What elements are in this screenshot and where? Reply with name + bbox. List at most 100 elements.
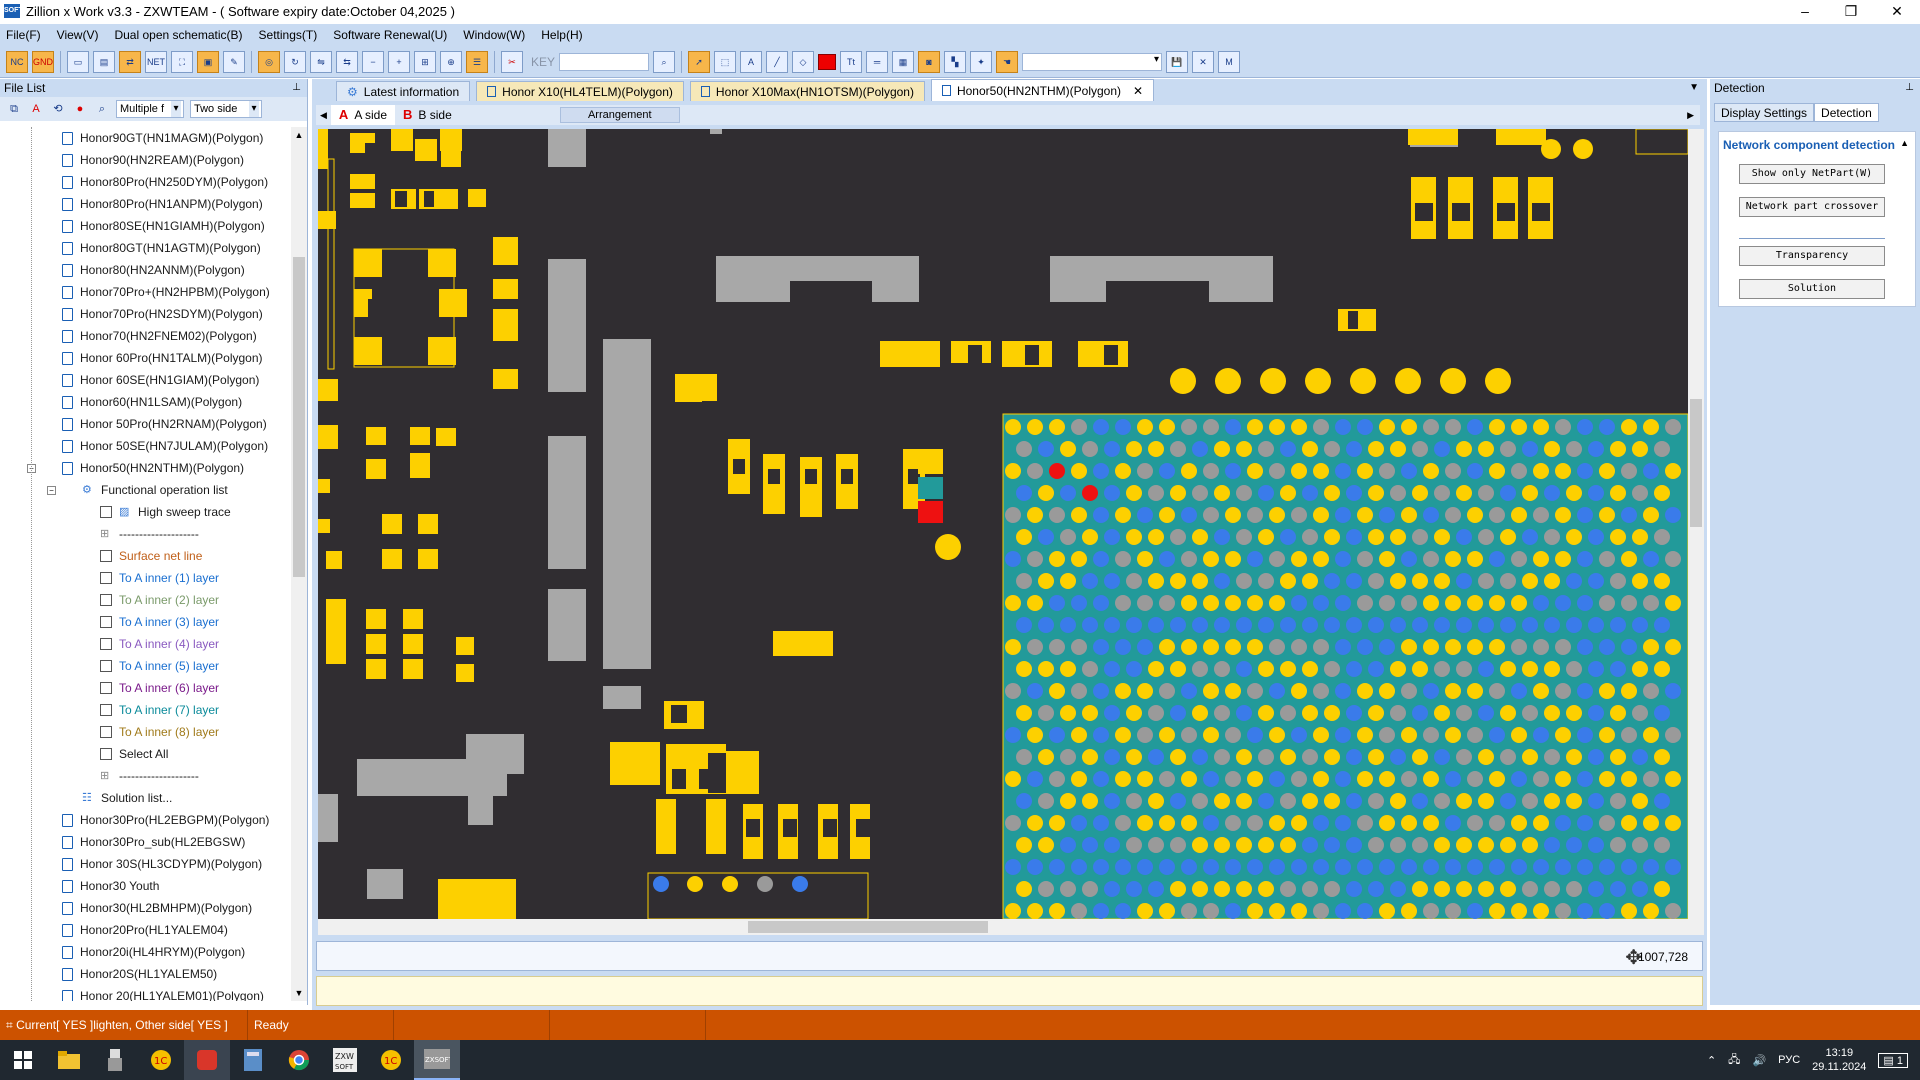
camera-icon[interactable]: ◙ <box>918 50 941 73</box>
text-a-icon[interactable]: A <box>28 101 44 117</box>
volume-icon[interactable]: 🔊 <box>1752 1054 1766 1067</box>
menu-view[interactable]: View(V) <box>57 28 99 42</box>
tree-item[interactable]: Honor 50Pro(HN2RNAM)(Polygon) <box>0 413 292 435</box>
pcb-canvas[interactable] <box>318 129 1688 919</box>
tree-item[interactable]: Honor70(HN2FNEM02)(Polygon) <box>0 325 292 347</box>
solution-button[interactable]: Solution <box>1739 279 1885 299</box>
save-icon[interactable]: 💾 <box>1166 50 1189 73</box>
tab-honor50[interactable]: Honor50(HN2NTHM)(Polygon) ✕ <box>930 79 1155 101</box>
zxsoft-active-icon[interactable]: ZXSOFT <box>414 1040 460 1080</box>
tree-item[interactable]: Honor 20(HL1YALEM01)(Polygon) <box>0 985 292 1001</box>
b-side-tab[interactable]: B B side <box>395 105 460 125</box>
chrome-icon[interactable] <box>276 1040 322 1080</box>
line-style-icon[interactable]: ═ <box>866 50 889 73</box>
app-browser-red-icon[interactable] <box>184 1040 230 1080</box>
tree-item[interactable]: Honor30Pro(HL2EBGPM)(Polygon) <box>0 809 292 831</box>
search-icon[interactable]: ⌕ <box>94 101 110 117</box>
tree-item[interactable]: To A inner (8) layer <box>0 721 292 743</box>
scroll-down-arrow-icon[interactable]: ▼ <box>291 985 307 1001</box>
tabs-dropdown-icon[interactable]: ▼ <box>1689 82 1699 93</box>
tree-item[interactable]: Select All <box>0 743 292 765</box>
tree-item[interactable]: To A inner (2) layer <box>0 589 292 611</box>
arrangement-button[interactable]: Arrangement <box>559 107 680 123</box>
checkbox[interactable] <box>100 506 112 518</box>
tree-item[interactable]: Honor 60SE(HN1GIAM)(Polygon) <box>0 369 292 391</box>
tree-item[interactable]: Honor30Pro_sub(HL2EBGSW) <box>0 831 292 853</box>
pcb-board-view[interactable] <box>318 129 1688 919</box>
canvas-horizontal-scrollbar[interactable] <box>318 919 1688 935</box>
tray-expand-icon[interactable]: ⌃ <box>1707 1054 1716 1067</box>
tree-item[interactable]: Honor90(HN2REAM)(Polygon) <box>0 149 292 171</box>
start-windows-icon[interactable] <box>0 1040 46 1080</box>
zoom-area-icon[interactable]: ⊕ <box>440 50 462 73</box>
scroll-thumb[interactable] <box>1690 399 1702 527</box>
flip-icon[interactable]: ⇆ <box>336 50 358 73</box>
net-button[interactable]: NET <box>145 50 167 73</box>
tree-item[interactable]: ⊞ -------------------- <box>0 765 292 787</box>
key-input[interactable] <box>559 52 650 71</box>
link-icon[interactable]: ⇄ <box>119 50 141 73</box>
tree-item[interactable]: Honor30(HL2BMHPM)(Polygon) <box>0 897 292 919</box>
menu-settings[interactable]: Settings(T) <box>259 28 318 42</box>
tree-item[interactable]: Honor20Pro(HL1YALEM04) <box>0 919 292 941</box>
zoom-fit-icon[interactable]: ⊞ <box>414 50 436 73</box>
tree-item[interactable]: ⊞ -------------------- <box>0 523 292 545</box>
checkbox[interactable] <box>100 594 112 606</box>
location-pin-icon[interactable]: ● <box>72 101 88 117</box>
rotate-icon[interactable]: ↻ <box>284 50 306 73</box>
measure-icon[interactable]: M <box>1218 50 1241 73</box>
app-1c-icon[interactable]: 1C <box>368 1040 414 1080</box>
tree-item[interactable]: Honor70Pro+(HN2HPBM)(Polygon) <box>0 281 292 303</box>
side-filter-select[interactable]: Two side <box>190 100 262 118</box>
checkbox[interactable] <box>100 748 112 760</box>
zoom-out-icon[interactable]: − <box>362 50 384 73</box>
pointer-icon[interactable]: ➚ <box>688 50 711 73</box>
tree-item[interactable]: Honor80SE(HN1GIAMH)(Polygon) <box>0 215 292 237</box>
tree-item[interactable]: − Honor50(HN2NTHM)(Polygon) <box>0 457 292 479</box>
tree-item[interactable]: Honor80Pro(HN1ANPM)(Polygon) <box>0 193 292 215</box>
transparency-button[interactable]: Transparency <box>1739 246 1885 266</box>
clock[interactable]: 13:19 29.11.2024 <box>1812 1046 1866 1074</box>
collapse-icon[interactable]: ▲ <box>1900 138 1909 148</box>
cut-icon[interactable]: ✂ <box>501 50 523 73</box>
checkbox[interactable] <box>100 616 112 628</box>
select-area-icon[interactable]: ⬚ <box>714 50 737 73</box>
gnd-button[interactable]: GND <box>32 50 54 73</box>
refresh-icon[interactable]: ⟲ <box>50 101 66 117</box>
collapse-toggle-icon[interactable]: − <box>47 485 56 495</box>
checkbox[interactable] <box>100 704 112 716</box>
tree-item[interactable]: Surface net line <box>0 545 292 567</box>
checkbox[interactable] <box>100 682 112 694</box>
tree-item[interactable]: To A inner (7) layer <box>0 699 292 721</box>
tree-item[interactable]: − ⚙ Functional operation list <box>0 479 292 501</box>
close-button[interactable]: ✕ <box>1874 0 1920 22</box>
fit-icon[interactable]: ⛶ <box>171 50 193 73</box>
nc-button[interactable]: NC <box>6 50 28 73</box>
tree-item[interactable]: Honor20S(HL1YALEM50) <box>0 963 292 985</box>
menu-file[interactable]: File(F) <box>6 28 41 42</box>
menu-help[interactable]: Help(H) <box>541 28 582 42</box>
canvas-vertical-scrollbar[interactable] <box>1688 129 1704 935</box>
tree-item[interactable]: Honor 50SE(HN7JULAM)(Polygon) <box>0 435 292 457</box>
a-side-tab[interactable]: A A side <box>330 105 396 125</box>
tree-item[interactable]: To A inner (1) layer <box>0 567 292 589</box>
tree-item[interactable]: ☷ Solution list... <box>0 787 292 809</box>
checkbox[interactable] <box>100 726 112 738</box>
left-arrow-icon[interactable]: ◀ <box>320 110 327 121</box>
search-combo[interactable] <box>1022 52 1163 71</box>
scroll-thumb[interactable] <box>293 257 305 577</box>
copy-icon[interactable]: ⧉ <box>6 101 22 117</box>
right-arrow-icon[interactable]: ▶ <box>1687 110 1694 121</box>
tree-item[interactable]: Honor30 Youth <box>0 875 292 897</box>
file-tree-scrollbar[interactable]: ▲ ▼ <box>291 127 307 1001</box>
tab-honor-x10[interactable]: Honor X10(HL4TELM)(Polygon) <box>476 81 684 101</box>
tree-item[interactable]: Honor90GT(HN1MAGM)(Polygon) <box>0 127 292 149</box>
checkbox[interactable] <box>100 572 112 584</box>
text-a-icon[interactable]: A <box>740 50 763 73</box>
tree-item[interactable]: Honor70Pro(HN2SDYM)(Polygon) <box>0 303 292 325</box>
pin-icon[interactable]: ⊥ <box>292 79 301 97</box>
tree-item[interactable]: To A inner (5) layer <box>0 655 292 677</box>
text-size-button[interactable]: Tt <box>840 50 863 73</box>
pin-icon[interactable]: ▤ <box>93 50 115 73</box>
multiple-filter-select[interactable]: Multiple f <box>116 100 184 118</box>
